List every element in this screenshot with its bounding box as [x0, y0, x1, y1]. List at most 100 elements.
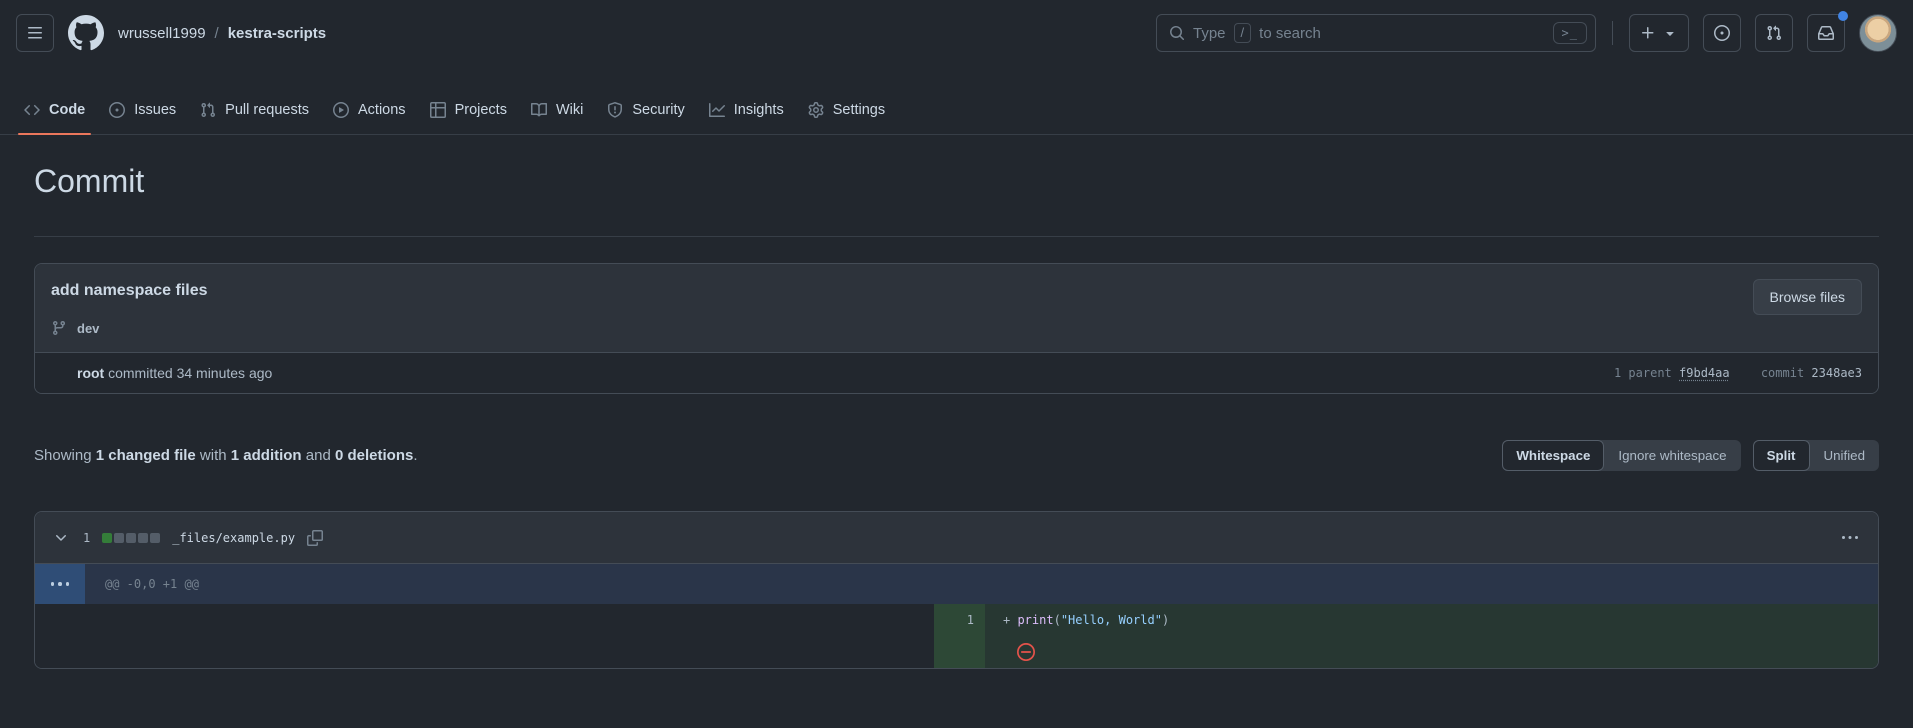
diffstat-empty-block: [150, 533, 160, 543]
breadcrumb-repo-link[interactable]: kestra-scripts: [228, 25, 326, 42]
diffstat-empty-block: [138, 533, 148, 543]
summary-text-part: with: [196, 447, 231, 464]
diff-view-toggle-group: Split Unified: [1753, 440, 1879, 471]
tab-settings[interactable]: Settings: [796, 88, 897, 134]
commit-summary-section: add namespace files dev Browse files: [35, 264, 1878, 352]
changed-lines-count: 1: [83, 531, 90, 545]
tab-actions[interactable]: Actions: [321, 88, 418, 134]
branch-row: dev: [51, 320, 1862, 336]
tab-label: Wiki: [556, 102, 583, 118]
command-palette-icon[interactable]: >_: [1553, 22, 1587, 44]
tab-pull-requests[interactable]: Pull requests: [188, 88, 321, 134]
commit-sha-line: 1 parent f9bd4aa commit 2348ae3: [1614, 366, 1862, 380]
git-pull-request-icon: [200, 102, 216, 118]
tab-projects[interactable]: Projects: [418, 88, 519, 134]
diff-summary: Showing 1 changed file with 1 addition a…: [34, 447, 418, 464]
breadcrumb: wrussell1999 / kestra-scripts: [118, 25, 326, 42]
no-newline-icon: [1017, 643, 1035, 661]
issue-opened-icon: [1714, 25, 1730, 41]
project-icon: [430, 102, 446, 118]
line-number-cell-empty: [934, 636, 985, 668]
diff-summary-row: Showing 1 changed file with 1 addition a…: [34, 440, 1879, 471]
diff-left-pane-empty: [35, 604, 934, 636]
git-branch-icon: [51, 320, 67, 336]
tab-security[interactable]: Security: [595, 88, 696, 134]
ignore-whitespace-button[interactable]: Ignore whitespace: [1604, 440, 1740, 471]
repo-nav: Code Issues Pull requests Actions Projec…: [0, 66, 1913, 135]
collapse-file-button[interactable]: [49, 526, 73, 550]
header-divider: [1612, 21, 1613, 45]
code-string-token: "Hello, World": [1061, 613, 1162, 627]
user-avatar[interactable]: [1859, 14, 1897, 52]
commit-meta-row: root committed 34 minutes ago 1 parent f…: [35, 352, 1878, 393]
tab-wiki[interactable]: Wiki: [519, 88, 595, 134]
issues-dashboard-button[interactable]: [1703, 14, 1741, 52]
diffstat-added-block: [102, 533, 112, 543]
commit-author: root: [77, 365, 104, 381]
main-content: Commit add namespace files dev Browse fi…: [0, 163, 1913, 669]
gear-icon: [808, 102, 824, 118]
unified-view-button[interactable]: Unified: [1810, 440, 1880, 471]
line-number-cell[interactable]: 1: [934, 604, 985, 636]
added-code-line: + print("Hello, World"): [985, 604, 1878, 636]
commit-message: add namespace files: [51, 282, 1862, 300]
breadcrumb-owner-link[interactable]: wrussell1999: [118, 25, 206, 42]
diffstat-empty-block: [126, 533, 136, 543]
code-function-token: print: [1017, 613, 1053, 627]
tab-label: Code: [49, 102, 85, 118]
github-commit-page: wrussell1999 / kestra-scripts Type / to …: [0, 0, 1913, 669]
code-paren: (: [1054, 613, 1061, 627]
hunk-row: @@ -0,0 +1 @@: [35, 564, 1878, 604]
search-input[interactable]: Type / to search >_: [1156, 14, 1596, 52]
code-paren: ): [1162, 613, 1169, 627]
diffstat-blocks: [102, 533, 160, 543]
no-newline-row: [985, 636, 1878, 668]
github-mark-icon: [68, 15, 104, 51]
diff-marker-row: [35, 636, 1878, 668]
hamburger-menu-button[interactable]: [16, 14, 54, 52]
kebab-icon: [1842, 530, 1858, 546]
pull-requests-dashboard-button[interactable]: [1755, 14, 1793, 52]
create-new-button[interactable]: [1629, 14, 1689, 52]
file-name-link[interactable]: _files/example.py: [172, 531, 295, 545]
shield-icon: [607, 102, 623, 118]
whitespace-button[interactable]: Whitespace: [1502, 440, 1604, 471]
three-bars-icon: [27, 25, 43, 41]
commit-author-line: root committed 34 minutes ago: [77, 365, 272, 381]
file-options-button[interactable]: [1836, 524, 1864, 552]
search-placeholder-prefix: Type: [1193, 25, 1226, 42]
browse-files-button[interactable]: Browse files: [1753, 279, 1862, 315]
tab-label: Security: [632, 102, 684, 118]
global-header: wrussell1999 / kestra-scripts Type / to …: [0, 0, 1913, 66]
github-logo[interactable]: [68, 15, 104, 51]
tab-code[interactable]: Code: [12, 88, 97, 134]
book-icon: [531, 102, 547, 118]
graph-icon: [709, 102, 725, 118]
search-placeholder-suffix: to search: [1259, 25, 1321, 42]
diff-file-container: 1 _files/example.py: [34, 511, 1879, 669]
issue-opened-icon: [109, 102, 125, 118]
diff-plus-sign: +: [1003, 613, 1017, 627]
expand-hunk-button[interactable]: [35, 564, 85, 604]
diff-left-pane-empty: [35, 636, 934, 668]
notifications-button[interactable]: [1807, 14, 1845, 52]
commit-box: add namespace files dev Browse files roo…: [34, 263, 1879, 394]
hunk-header: @@ -0,0 +1 @@: [85, 564, 1878, 604]
parent-sha-link[interactable]: f9bd4aa: [1679, 366, 1730, 380]
expander-dot: [51, 582, 55, 586]
notification-dot: [1838, 11, 1848, 21]
copy-path-button[interactable]: [305, 528, 325, 548]
parent-label: 1 parent: [1614, 366, 1672, 380]
tab-insights[interactable]: Insights: [697, 88, 796, 134]
play-icon: [333, 102, 349, 118]
changed-files-count: 1 changed file: [96, 447, 196, 464]
tab-label: Insights: [734, 102, 784, 118]
code-icon: [24, 102, 40, 118]
branch-link[interactable]: dev: [77, 321, 99, 336]
commit-label: commit: [1761, 366, 1804, 380]
tab-issues[interactable]: Issues: [97, 88, 188, 134]
split-view-button[interactable]: Split: [1753, 440, 1810, 471]
breadcrumb-separator: /: [215, 25, 219, 42]
git-pull-request-icon: [1766, 25, 1782, 41]
chevron-down-icon: [53, 530, 69, 546]
